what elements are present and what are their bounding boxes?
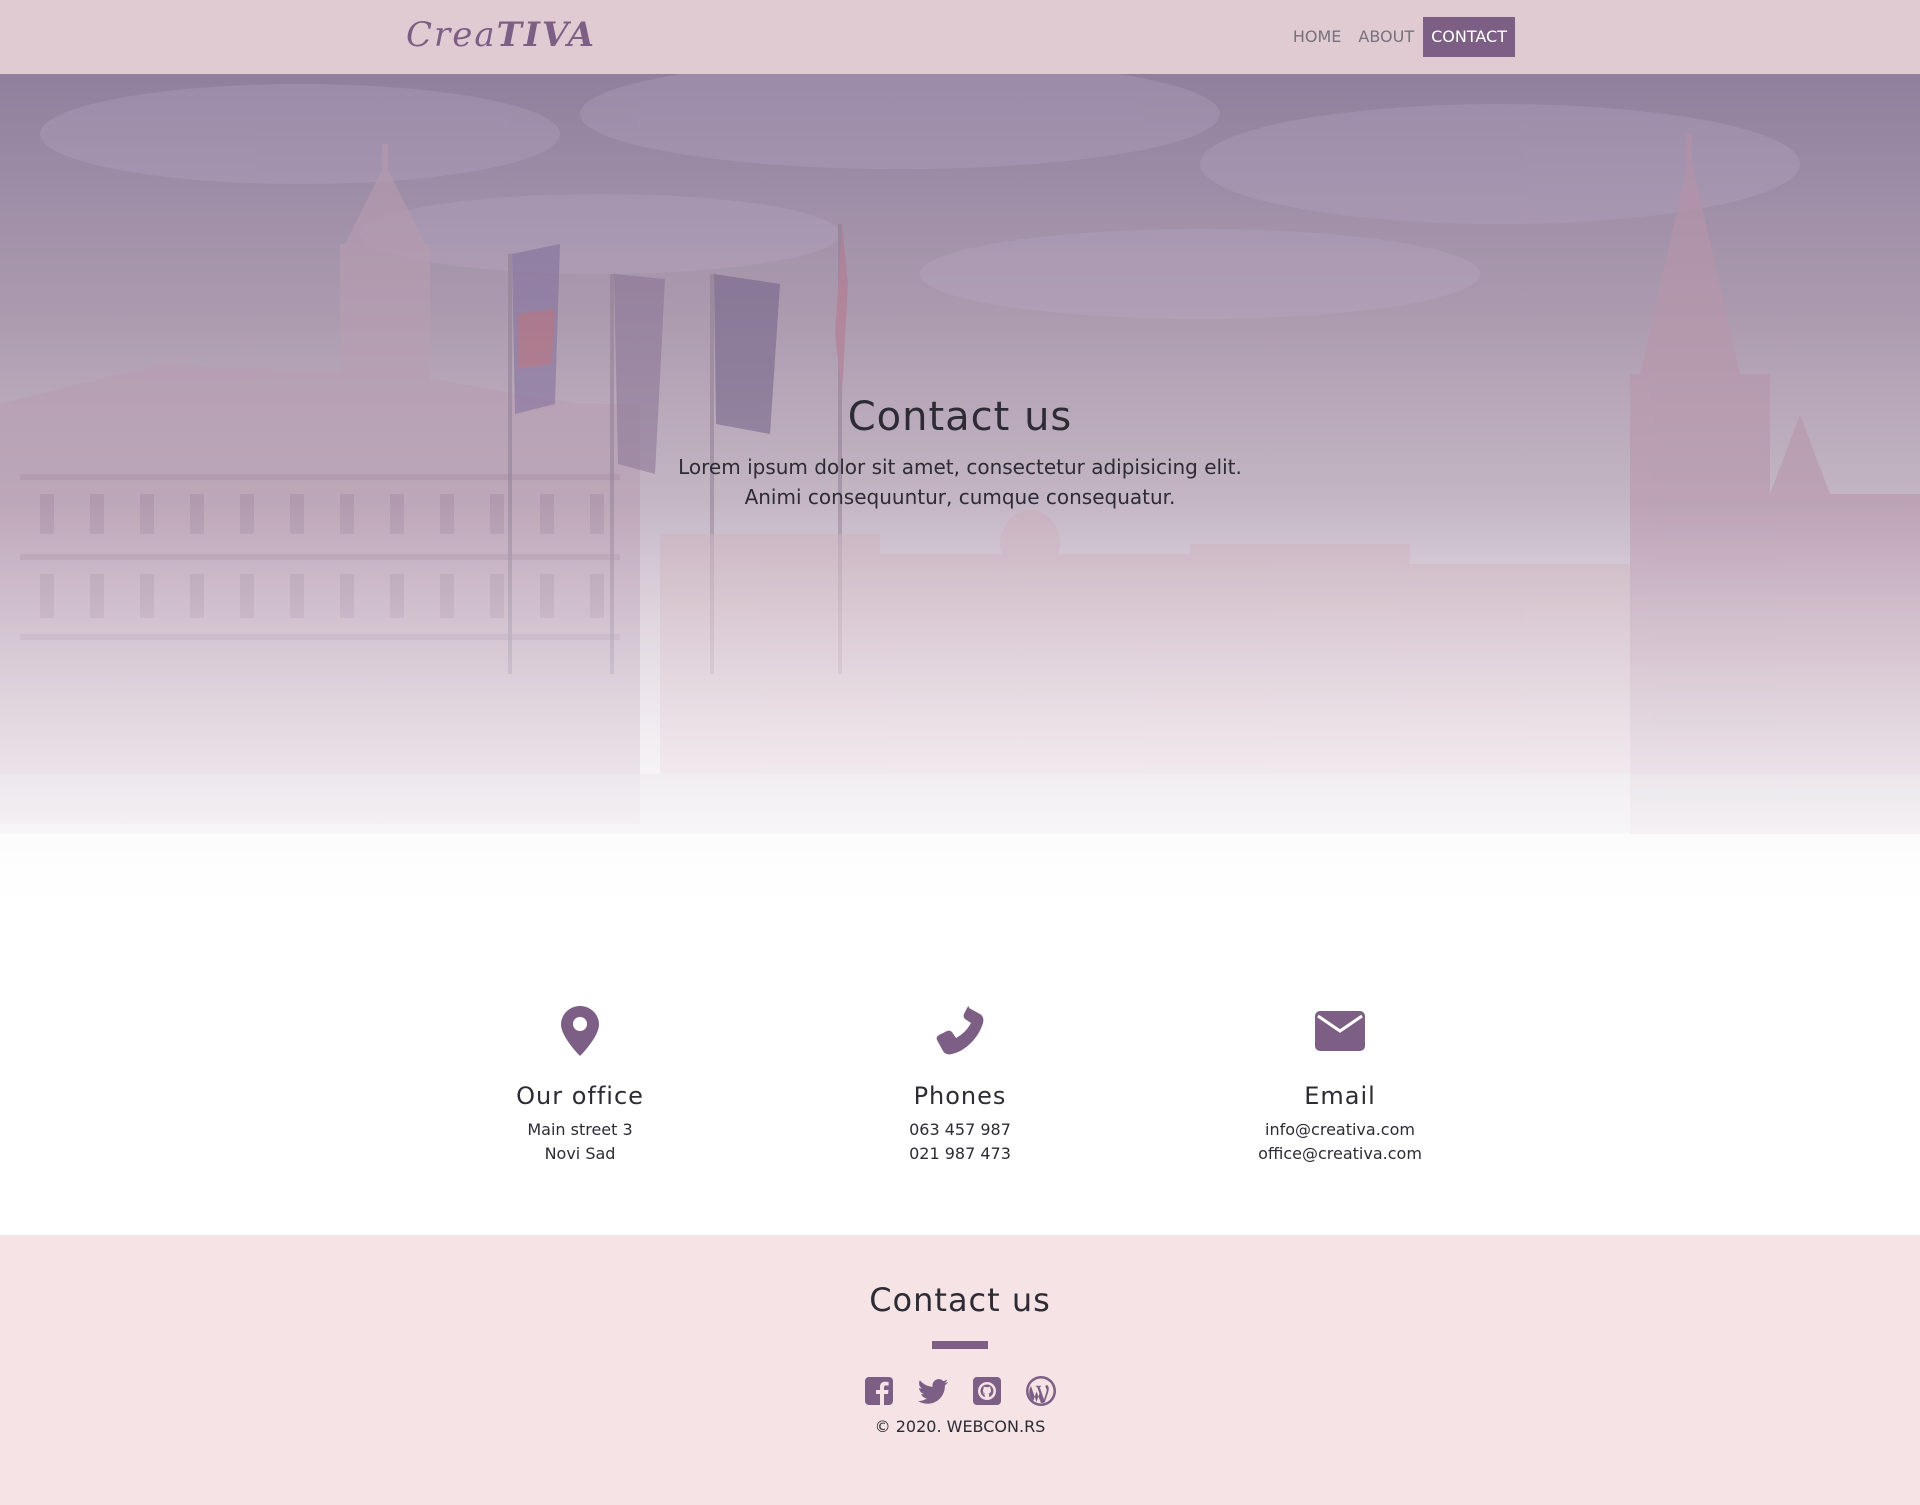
navbar: CreaTIVA HOME ABOUT CONTACT xyxy=(0,0,1920,74)
nav-contact[interactable]: CONTACT xyxy=(1423,17,1515,57)
email-address-2[interactable]: office@creativa.com xyxy=(1258,1144,1422,1163)
phones-list: 063 457 987 021 987 473 xyxy=(770,1118,1150,1166)
phones-title: Phones xyxy=(913,1082,1007,1110)
github-icon[interactable] xyxy=(971,1375,1003,1407)
hero-section: Contact us Lorem ipsum dolor sit amet, c… xyxy=(0,74,1920,928)
phone-number-1[interactable]: 063 457 987 xyxy=(909,1120,1011,1139)
office-line-2: Novi Sad xyxy=(544,1144,616,1163)
office-card: Our office Main street 3 Novi Sad xyxy=(390,1006,770,1166)
email-list: info@creativa.com office@creativa.com xyxy=(1150,1118,1530,1166)
hero-content: Contact us Lorem ipsum dolor sit amet, c… xyxy=(0,394,1920,512)
email-card: Email info@creativa.com office@creativa.… xyxy=(1150,1006,1530,1166)
main-nav: HOME ABOUT CONTACT xyxy=(1284,17,1515,57)
hero-subtitle: Lorem ipsum dolor sit amet, consectetur … xyxy=(0,452,1920,512)
office-address: Main street 3 Novi Sad xyxy=(390,1118,770,1166)
office-title: Our office xyxy=(516,1082,644,1110)
email-title: Email xyxy=(1304,1082,1376,1110)
hero-subtitle-line-1: Lorem ipsum dolor sit amet, consectetur … xyxy=(678,455,1242,479)
office-line-1: Main street 3 xyxy=(527,1120,633,1139)
footer-divider xyxy=(932,1341,988,1349)
envelope-icon xyxy=(1315,1011,1365,1055)
footer: Contact us © 2020. WEBCON.RS xyxy=(0,1235,1920,1505)
nav-home[interactable]: HOME xyxy=(1285,17,1350,57)
phone-icon xyxy=(935,1006,985,1060)
hero-subtitle-line-2: Animi consequuntur, cumque consequatur. xyxy=(744,485,1176,509)
phone-number-2[interactable]: 021 987 473 xyxy=(909,1144,1011,1163)
wordpress-icon[interactable] xyxy=(1025,1375,1057,1407)
facebook-icon[interactable] xyxy=(863,1375,895,1407)
twitter-icon[interactable] xyxy=(917,1375,949,1407)
copyright-text: © 2020. WEBCON.RS xyxy=(874,1417,1046,1436)
brand-part-1: Crea xyxy=(406,15,497,55)
nav-about[interactable]: ABOUT xyxy=(1350,17,1422,57)
hero-title: Contact us xyxy=(847,394,1073,440)
contact-info-section: Our office Main street 3 Novi Sad Phones… xyxy=(0,928,1920,1235)
email-address-1[interactable]: info@creativa.com xyxy=(1265,1120,1415,1139)
social-links xyxy=(0,1375,1920,1407)
brand-logo[interactable]: CreaTIVA xyxy=(406,12,596,58)
map-marker-icon xyxy=(561,1006,599,1060)
footer-title: Contact us xyxy=(869,1281,1051,1319)
phones-card: Phones 063 457 987 021 987 473 xyxy=(770,1006,1150,1166)
brand-part-2: TIVA xyxy=(496,15,596,55)
